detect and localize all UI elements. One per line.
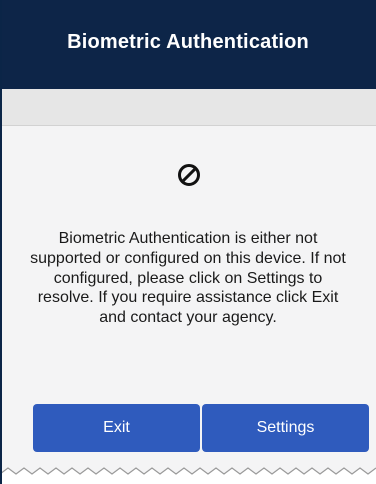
error-message: Biometric Authentication is either not s…	[30, 230, 346, 327]
exit-button[interactable]: Exit	[33, 404, 200, 452]
sub-header-bar	[0, 89, 376, 126]
window-edge	[0, 0, 2, 484]
header-bar: Biometric Authentication	[0, 0, 376, 89]
blocked-circle-icon	[178, 164, 200, 186]
settings-button[interactable]: Settings	[202, 404, 369, 452]
torn-edge	[0, 467, 376, 484]
page-title: Biometric Authentication	[67, 31, 309, 53]
app-screen: Biometric Authentication Biometric Authe…	[0, 0, 376, 484]
